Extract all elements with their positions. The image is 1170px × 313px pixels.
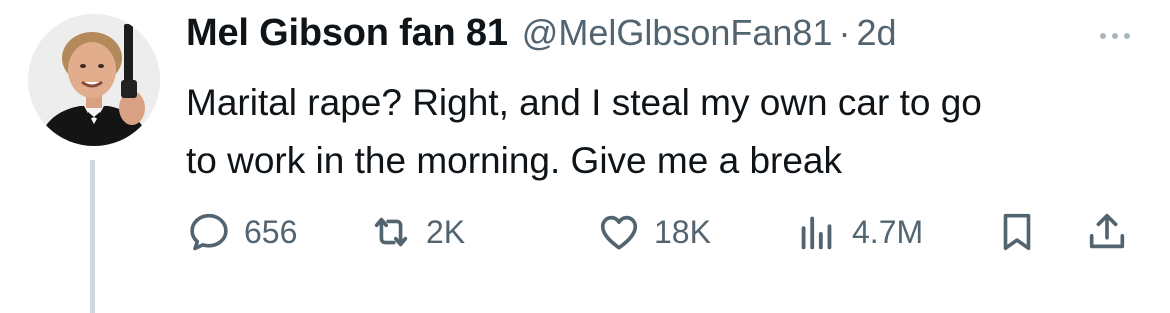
tweet-text: Marital rape? Right, and I steal my own …: [186, 74, 1156, 190]
author-name[interactable]: Mel Gibson fan 81: [186, 12, 508, 55]
thread-line: [90, 160, 95, 313]
share-upload-icon: [1089, 213, 1125, 249]
like-button[interactable]: 18K: [596, 205, 711, 259]
speech-bubble-icon: [190, 213, 228, 251]
bar-chart-icon: [801, 216, 832, 250]
author-handle[interactable]: @MelGlbsonFan81: [522, 12, 833, 54]
tweet-timestamp[interactable]: 2d: [856, 12, 896, 54]
like-count: 18K: [654, 213, 711, 250]
retweet-button[interactable]: 2K: [368, 205, 465, 259]
reply-count: 656: [244, 213, 298, 250]
share-button[interactable]: [1084, 205, 1130, 259]
tweet-header: Mel Gibson fan 81 @MelGlbsonFan81 · 2d: [186, 12, 897, 62]
retweet-count: 2K: [426, 213, 466, 250]
avatar-image: [28, 14, 160, 146]
reply-button[interactable]: 656: [186, 205, 297, 259]
views-button[interactable]: 4.7M: [794, 205, 923, 259]
more-options-button[interactable]: [1090, 24, 1140, 48]
views-count: 4.7M: [852, 213, 924, 250]
more-dot: [1100, 33, 1106, 39]
more-dot: [1124, 33, 1130, 39]
retweet-arrows-icon: [374, 217, 408, 247]
more-dot: [1112, 33, 1118, 39]
heart-icon: [600, 215, 638, 250]
action-bar: 656 2K 18K 4.7M: [186, 205, 1146, 259]
tweet-card[interactable]: Mel Gibson fan 81 @MelGlbsonFan81 · 2d M…: [0, 0, 1170, 313]
bookmark-icon: [1003, 213, 1031, 251]
tweet-text-line: Marital rape? Right, and I steal my own …: [186, 82, 982, 123]
bookmark-button[interactable]: [994, 205, 1040, 259]
avatar[interactable]: [28, 14, 160, 146]
separator-dot: ·: [838, 12, 851, 53]
tweet-text-line: to work in the morning. Give me a break: [186, 140, 843, 181]
